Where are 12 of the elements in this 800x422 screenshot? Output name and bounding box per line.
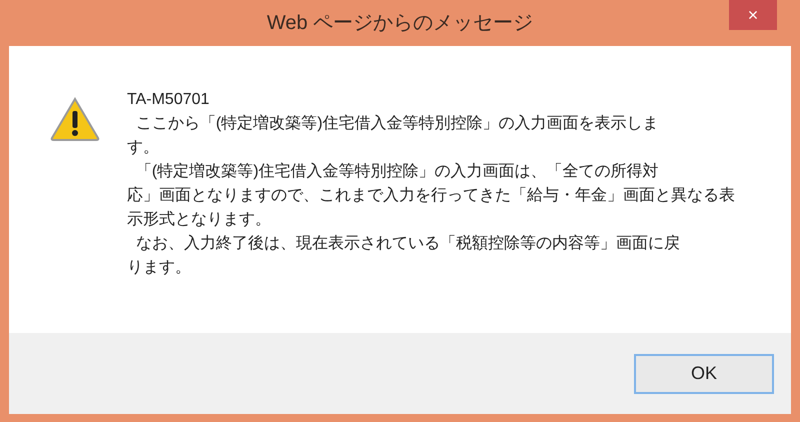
message-line: ここから「(特定増改築等)住宅借入金等特別控除」の入力画面を表示しま <box>134 113 660 134</box>
message-line: 応」画面となりますので、これまで入力を行ってきた「給与・年金」画面と異なる表 <box>127 186 735 206</box>
window-title: Web ページからのメッセージ <box>266 11 534 36</box>
message-code: TA-M50701 <box>127 90 210 110</box>
message-line: なお、入力終了後は、現在表示されている「税額控除等の内容等」画面に戻 <box>134 234 681 254</box>
message-line: 示形式となります。 <box>127 210 272 230</box>
message-line: 「(特定増改築等)住宅借入金等特別控除」の入力画面は、「全ての所得対 <box>134 161 660 182</box>
warning-icon <box>49 96 101 142</box>
message-line: ります。 <box>127 258 192 278</box>
close-button[interactable]: × <box>729 0 777 30</box>
message-line: す。 <box>127 138 160 158</box>
ok-button[interactable]: OK <box>634 354 774 394</box>
